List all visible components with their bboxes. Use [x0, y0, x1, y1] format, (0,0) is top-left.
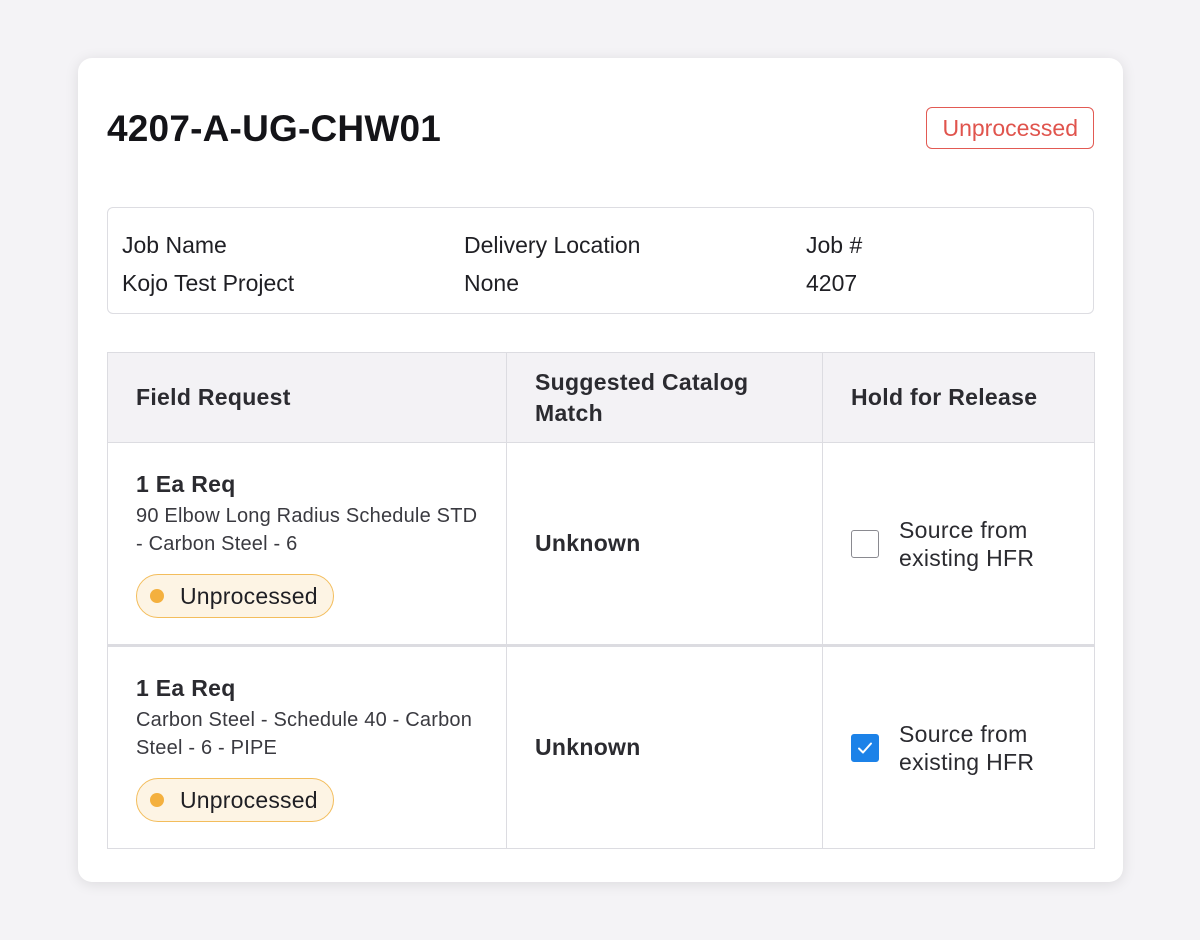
field-request-table: Field Request Suggested Catalog Match Ho…: [107, 352, 1095, 849]
status-pill: Unprocessed: [136, 574, 334, 618]
catalog-match-cell: Unknown: [506, 644, 823, 849]
status-dot-icon: [150, 589, 164, 603]
request-quantity: 1 Ea Req: [136, 471, 236, 497]
catalog-match-value: Unknown: [535, 530, 641, 556]
request-quantity: 1 Ea Req: [136, 675, 236, 701]
hold-for-release-cell: Source from existing HFR: [822, 644, 1095, 849]
delivery-location-label: Delivery Location: [464, 232, 641, 258]
status-dot-icon: [150, 793, 164, 807]
request-card: 4207-A-UG-CHW01 Unprocessed Job Name Koj…: [78, 58, 1123, 882]
hold-for-release-label: Source from existing HFR: [899, 720, 1035, 775]
job-number-value: 4207: [806, 270, 858, 296]
job-name-value: Kojo Test Project: [122, 270, 295, 296]
table-row: 1 Ea Req Carbon Steel - Schedule 40 - Ca…: [107, 644, 1095, 849]
hold-for-release-option[interactable]: Source from existing HFR: [851, 516, 1066, 572]
job-name-label: Job Name: [122, 232, 227, 258]
column-header-hold-for-release: Hold for Release: [822, 352, 1095, 443]
column-header-catalog-match: Suggested Catalog Match: [506, 352, 823, 443]
field-request-cell: 1 Ea Req 90 Elbow Long Radius Schedule S…: [107, 442, 507, 646]
field-request-cell: 1 Ea Req Carbon Steel - Schedule 40 - Ca…: [107, 644, 507, 849]
page-title: 4207-A-UG-CHW01: [107, 108, 442, 149]
hold-for-release-label: Source from existing HFR: [899, 516, 1035, 571]
status-pill: Unprocessed: [136, 778, 334, 822]
table-row: 1 Ea Req 90 Elbow Long Radius Schedule S…: [107, 442, 1095, 646]
job-number-label: Job #: [806, 232, 863, 258]
checkmark-icon: [858, 742, 872, 753]
hold-for-release-checkbox[interactable]: [851, 529, 879, 558]
column-header-field-request: Field Request: [107, 352, 507, 443]
hold-for-release-checkbox[interactable]: [851, 733, 879, 762]
catalog-match-cell: Unknown: [506, 442, 823, 646]
delivery-location-value: None: [464, 270, 519, 296]
request-description: 90 Elbow Long Radius Schedule STD - Carb…: [136, 505, 478, 555]
job-number-group: Job # 4207: [806, 228, 862, 300]
delivery-location-group: Delivery Location None: [464, 228, 640, 300]
status-pill-label: Unprocessed: [180, 582, 318, 609]
job-info-panel: Job Name Kojo Test Project Delivery Loca…: [107, 207, 1094, 314]
hold-for-release-cell: Source from existing HFR: [822, 442, 1095, 646]
catalog-match-value: Unknown: [535, 734, 641, 760]
request-description: Carbon Steel - Schedule 40 - Carbon Stee…: [136, 709, 473, 759]
status-pill-label: Unprocessed: [180, 786, 318, 813]
status-badge: Unprocessed: [926, 107, 1094, 149]
job-name-group: Job Name Kojo Test Project: [122, 228, 294, 300]
hold-for-release-option[interactable]: Source from existing HFR: [851, 720, 1066, 776]
table-header-row: Field Request Suggested Catalog Match Ho…: [107, 352, 1095, 443]
